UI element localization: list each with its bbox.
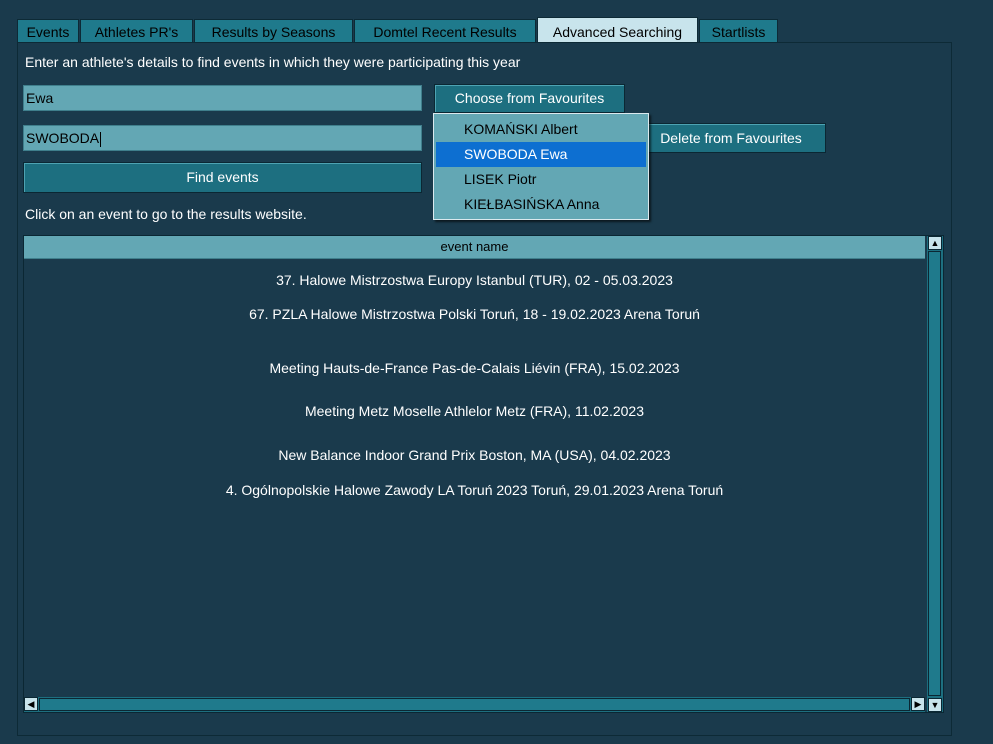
- horizontal-scrollbar[interactable]: ◀ ▶: [24, 697, 925, 712]
- favourite-option-lisek-piotr[interactable]: LISEK Piotr: [436, 167, 646, 192]
- event-row[interactable]: 67. PZLA Halowe Mistrzostwa Polski Toruń…: [24, 306, 925, 322]
- text-caret: [100, 131, 102, 147]
- tab-advanced-searching[interactable]: Advanced Searching: [537, 17, 698, 43]
- vertical-scrollbar[interactable]: ▲ ▼: [927, 236, 943, 712]
- choose-from-favourites-button[interactable]: Choose from Favourites: [434, 84, 625, 113]
- scroll-up-arrow-icon[interactable]: ▲: [928, 236, 942, 250]
- vertical-scroll-thumb[interactable]: [928, 251, 941, 696]
- first-name-input[interactable]: Ewa: [23, 85, 422, 111]
- favourite-option-swoboda-ewa[interactable]: SWOBODA Ewa: [436, 142, 646, 167]
- last-name-input[interactable]: SWOBODA: [23, 125, 422, 151]
- event-row[interactable]: 4. Ogólnopolskie Halowe Zawody LA Toruń …: [24, 482, 925, 498]
- tab-domtel-recent-results[interactable]: Domtel Recent Results: [354, 19, 536, 43]
- last-name-value: SWOBODA: [26, 130, 100, 146]
- column-header-event-name[interactable]: event name: [24, 236, 925, 259]
- tab-athletes-prs[interactable]: Athletes PR's: [80, 19, 193, 43]
- horizontal-scroll-thumb[interactable]: [39, 698, 910, 711]
- events-listbox[interactable]: event name 37. Halowe Mistrzostwa Europy…: [23, 235, 944, 713]
- delete-from-favourites-button[interactable]: Delete from Favourites: [636, 123, 826, 153]
- favourite-option-kielbasinska-anna[interactable]: KIEŁBASIŃSKA Anna: [436, 192, 646, 217]
- instruction-text: Enter an athlete's details to find event…: [25, 54, 521, 70]
- favourites-dropdown-list[interactable]: KOMAŃSKI Albert SWOBODA Ewa LISEK Piotr …: [433, 113, 649, 220]
- event-row[interactable]: Meeting Hauts-de-France Pas-de-Calais Li…: [24, 360, 925, 376]
- scroll-right-arrow-icon[interactable]: ▶: [911, 697, 925, 711]
- tab-results-by-seasons[interactable]: Results by Seasons: [194, 19, 353, 43]
- tab-events[interactable]: Events: [17, 19, 79, 43]
- scroll-down-arrow-icon[interactable]: ▼: [928, 698, 942, 712]
- event-row[interactable]: Meeting Metz Moselle Athlelor Metz (FRA)…: [24, 403, 925, 419]
- event-row[interactable]: 37. Halowe Mistrzostwa Europy Istanbul (…: [24, 272, 925, 288]
- event-row[interactable]: New Balance Indoor Grand Prix Boston, MA…: [24, 447, 925, 463]
- favourite-option-komanski-albert[interactable]: KOMAŃSKI Albert: [436, 117, 646, 142]
- find-events-button[interactable]: Find events: [23, 162, 422, 193]
- click-hint-text: Click on an event to go to the results w…: [25, 206, 307, 222]
- first-name-value: Ewa: [26, 90, 54, 106]
- tab-startlists[interactable]: Startlists: [699, 19, 778, 43]
- scroll-left-arrow-icon[interactable]: ◀: [24, 697, 38, 711]
